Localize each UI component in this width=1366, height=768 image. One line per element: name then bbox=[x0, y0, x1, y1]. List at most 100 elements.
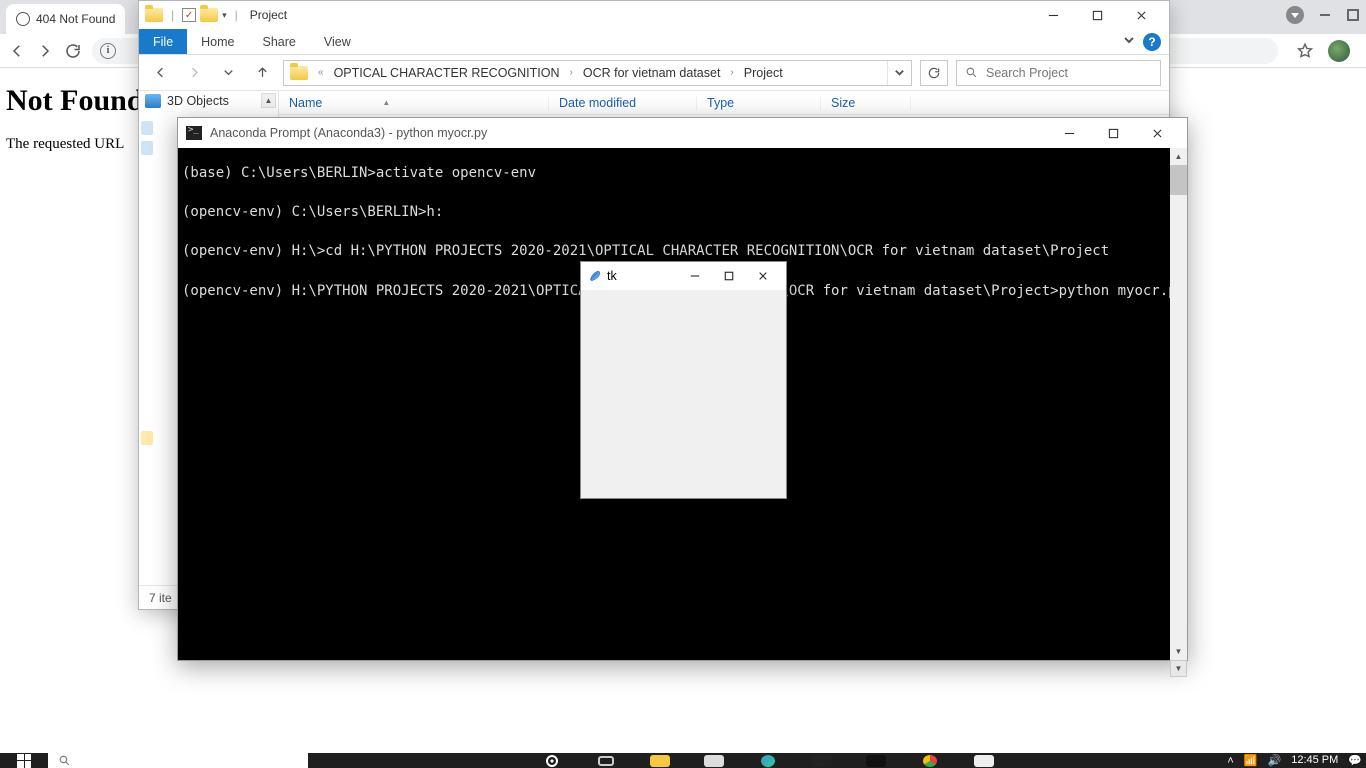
taskbar-clock[interactable]: 12:45 PM bbox=[1291, 755, 1338, 766]
column-date[interactable]: Date modified bbox=[549, 96, 697, 110]
cmd-scrollbar[interactable]: ▲ ▼ bbox=[1170, 148, 1187, 660]
folder-icon bbox=[145, 8, 163, 22]
quick-access-toolbar: | ✓ ▾ | bbox=[145, 8, 242, 22]
3d-objects-icon bbox=[145, 94, 161, 108]
chrome-tab[interactable]: 404 Not Found bbox=[6, 4, 125, 34]
sort-indicator-icon: ▲ bbox=[382, 98, 390, 107]
ribbon-tab-share[interactable]: Share bbox=[249, 29, 310, 54]
qat-separator: | bbox=[171, 8, 174, 22]
column-name[interactable]: Name ▲ bbox=[279, 96, 549, 110]
column-type[interactable]: Type bbox=[697, 96, 821, 110]
explorer-address-row: « OPTICAL CHARACTER RECOGNITION › OCR fo… bbox=[139, 55, 1169, 91]
explorer-close-button[interactable] bbox=[1119, 1, 1163, 29]
explorer-minimize-button[interactable] bbox=[1031, 1, 1075, 29]
tk-minimize-button[interactable] bbox=[678, 262, 712, 290]
explorer-maximize-button[interactable] bbox=[1075, 1, 1119, 29]
taskbar-app-terminal[interactable] bbox=[853, 753, 899, 768]
tray-volume-icon[interactable]: 🔊 bbox=[1268, 754, 1282, 767]
tray-network-icon[interactable]: 📶 bbox=[1244, 754, 1258, 767]
cmd-minimize-button[interactable] bbox=[1047, 118, 1091, 148]
scroll-up-icon[interactable]: ▲ bbox=[1170, 148, 1187, 165]
nav-item-stub bbox=[141, 121, 153, 135]
breadcrumb-seg[interactable]: OPTICAL CHARACTER RECOGNITION bbox=[328, 66, 566, 80]
breadcrumb-overflow[interactable]: « bbox=[314, 67, 328, 78]
nav-forward-button[interactable] bbox=[181, 60, 207, 86]
address-bar[interactable]: « OPTICAL CHARACTER RECOGNITION › OCR fo… bbox=[283, 60, 912, 86]
taskbar-apps bbox=[308, 753, 1227, 768]
ribbon-collapse-icon[interactable] bbox=[1123, 34, 1135, 49]
tk-titlebar[interactable]: tk bbox=[581, 262, 786, 290]
ribbon-tab-view[interactable]: View bbox=[310, 29, 365, 54]
ribbon-tab-home[interactable]: Home bbox=[187, 29, 248, 54]
start-button[interactable] bbox=[6, 753, 42, 768]
reload-button[interactable] bbox=[64, 42, 82, 60]
chrome-tab-title: 404 Not Found bbox=[36, 12, 115, 26]
taskbar: ˄ 📶 🔊 12:45 PM 💬 bbox=[0, 753, 1366, 768]
breadcrumb-seg[interactable]: Project bbox=[738, 66, 789, 80]
bookmark-icon[interactable] bbox=[1296, 42, 1314, 60]
folder-icon[interactable] bbox=[200, 8, 218, 22]
tk-close-button[interactable] bbox=[746, 262, 780, 290]
taskbar-app-cortana[interactable] bbox=[529, 753, 575, 768]
taskbar-app-pycharm[interactable] bbox=[799, 753, 845, 768]
cmd-options-dropdown-icon[interactable]: ▼ bbox=[1170, 660, 1187, 677]
nav-item-stub bbox=[141, 141, 153, 155]
chevron-right-icon[interactable]: › bbox=[726, 67, 737, 78]
qat-separator: | bbox=[235, 8, 238, 22]
help-icon[interactable]: ? bbox=[1143, 33, 1161, 51]
cmd-title: Anaconda Prompt (Anaconda3) - python myo… bbox=[210, 126, 487, 140]
column-headers: Name ▲ Date modified Type Size bbox=[279, 91, 1169, 115]
explorer-ribbon: File Home Share View ? bbox=[139, 29, 1169, 55]
taskbar-app-edge[interactable] bbox=[745, 753, 791, 768]
cmd-titlebar[interactable]: Anaconda Prompt (Anaconda3) - python myo… bbox=[178, 118, 1187, 148]
search-icon bbox=[58, 754, 71, 767]
cmd-maximize-button[interactable] bbox=[1091, 118, 1135, 148]
scroll-down-icon[interactable]: ▼ bbox=[1170, 643, 1187, 660]
nav-item-label: 3D Objects bbox=[167, 94, 229, 108]
site-info-icon[interactable]: i bbox=[100, 43, 116, 59]
nav-recent-button[interactable] bbox=[215, 60, 241, 86]
tk-maximize-button[interactable] bbox=[712, 262, 746, 290]
chrome2-minimize-button[interactable] bbox=[1318, 8, 1332, 22]
chrome2-maximize-button[interactable] bbox=[1346, 8, 1360, 22]
taskbar-app-explorer[interactable] bbox=[637, 753, 683, 768]
explorer-search-input[interactable]: Search Project bbox=[956, 60, 1161, 86]
folder-icon bbox=[290, 66, 308, 80]
terminal-icon bbox=[186, 126, 202, 140]
qat-dropdown-icon[interactable]: ▾ bbox=[222, 10, 227, 21]
windows-logo-icon bbox=[17, 754, 31, 768]
address-dropdown-icon[interactable] bbox=[887, 61, 911, 85]
taskbar-app-taskview[interactable] bbox=[583, 753, 629, 768]
clock-time: 12:45 PM bbox=[1291, 755, 1338, 766]
column-label: Name bbox=[289, 96, 322, 110]
column-size[interactable]: Size bbox=[821, 96, 911, 110]
nav-up-button[interactable] bbox=[249, 60, 275, 86]
globe-icon bbox=[16, 12, 30, 26]
nav-item-stub bbox=[141, 431, 153, 445]
cmd-close-button[interactable] bbox=[1135, 118, 1179, 148]
ribbon-tab-file[interactable]: File bbox=[139, 29, 187, 54]
scroll-thumb[interactable] bbox=[1170, 165, 1187, 195]
nav-item-3d-objects[interactable]: 3D Objects bbox=[139, 91, 278, 111]
refresh-button[interactable] bbox=[920, 60, 948, 86]
tk-window: tk bbox=[580, 261, 787, 499]
tray-notifications-icon[interactable]: 💬 bbox=[1348, 754, 1362, 767]
breadcrumb-seg[interactable]: OCR for vietnam dataset bbox=[577, 66, 727, 80]
nav-scroll-up-icon[interactable]: ▲ bbox=[261, 93, 276, 108]
chrome2-profile-icon[interactable] bbox=[1286, 6, 1304, 24]
qat-properties-icon[interactable]: ✓ bbox=[182, 8, 196, 22]
tk-title: tk bbox=[607, 269, 617, 283]
chrome-profile-avatar[interactable] bbox=[1328, 40, 1350, 62]
taskbar-search-input[interactable] bbox=[48, 753, 308, 768]
nav-back-button[interactable] bbox=[147, 60, 173, 86]
chrome2-window-controls bbox=[1286, 6, 1360, 24]
taskbar-app-chrome[interactable] bbox=[907, 753, 953, 768]
explorer-titlebar[interactable]: | ✓ ▾ | Project bbox=[139, 1, 1169, 29]
taskbar-app-notes[interactable] bbox=[961, 753, 1007, 768]
tray-chevron-up-icon[interactable]: ˄ bbox=[1227, 755, 1233, 767]
back-button[interactable] bbox=[8, 42, 26, 60]
taskbar-app-store[interactable] bbox=[691, 753, 737, 768]
tk-feather-icon bbox=[587, 269, 601, 283]
chevron-right-icon[interactable]: › bbox=[566, 67, 577, 78]
forward-button[interactable] bbox=[36, 42, 54, 60]
